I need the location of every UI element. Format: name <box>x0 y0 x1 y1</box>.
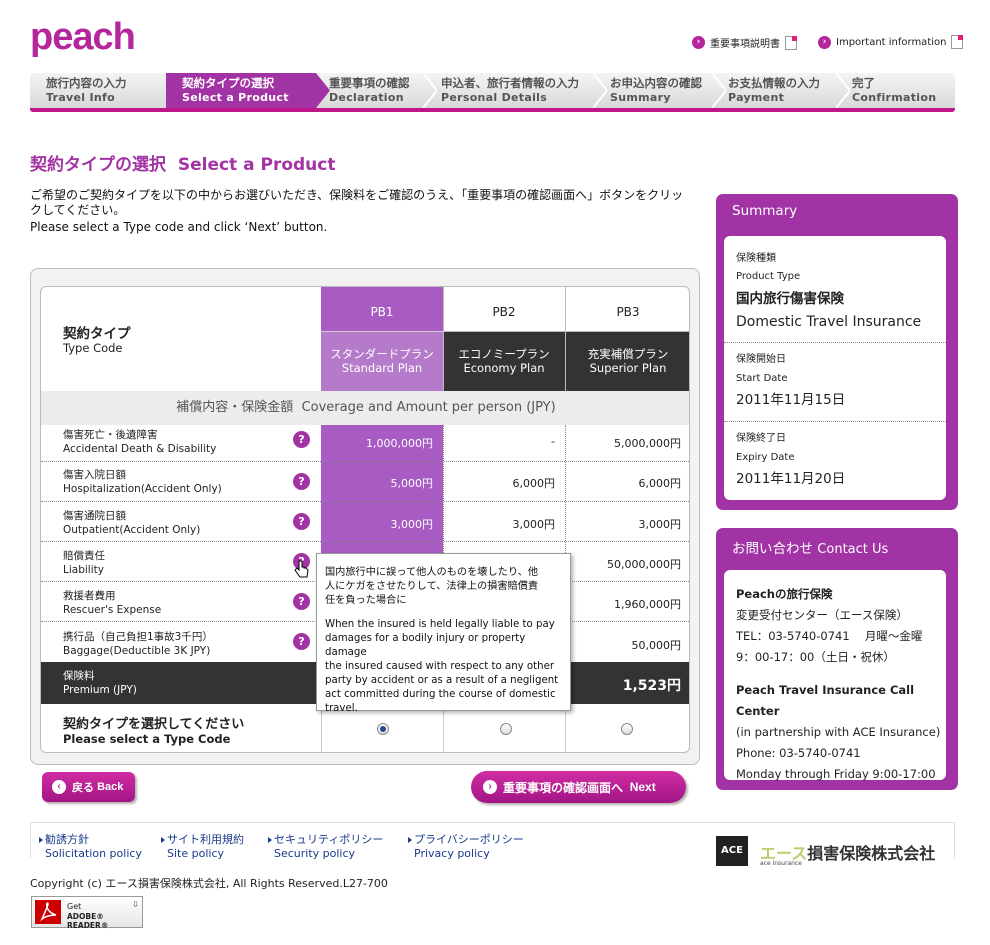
expiry-date-value: 2011年11月20日 <box>736 471 846 487</box>
summary-heading: Summary <box>732 203 798 219</box>
value-cell: 3,000円 <box>512 518 556 531</box>
row-label-baggage: 携行品（自己負担1事故3千円） Baggage(Deductible 3K JPY… <box>63 631 213 657</box>
help-icon[interactable]: ? <box>293 431 310 448</box>
step-chevron-active <box>316 73 330 108</box>
value-cell: 3,000円 <box>638 518 682 531</box>
value-cell: - <box>551 435 555 448</box>
expiry-date-label: 保険終了日 Expiry Date <box>736 433 795 463</box>
copyright-text: Copyright (c) エース損害保険株式会社, All Rights Re… <box>30 877 388 890</box>
intro-text-jp-1: ご希望のご契約タイプを以下の中からお選びいただき、保険料をご確認のうえ、「重要事… <box>30 188 684 202</box>
value-cell: 6,000円 <box>638 477 682 490</box>
contact-box: お問い合わせ Contact Us Peachの旅行保険 変更受付センター（エー… <box>716 528 958 790</box>
help-icon[interactable]: ? <box>293 593 310 610</box>
intro-text-jp-2: クしてください。 <box>30 203 126 217</box>
step-summary: お申込内容の確認 Summary <box>610 78 702 104</box>
row-label-rescuer: 救援者費用 Rescuer's Expense <box>63 590 162 616</box>
next-button[interactable]: › 重要事項の確認画面へ Next <box>471 771 686 803</box>
select-type-label-jp: 契約タイプを選択してください <box>63 717 245 732</box>
plan-code-pb1: PB1 <box>370 305 394 319</box>
value-cell: 6,000円 <box>512 477 556 490</box>
intro-text-en: Please select a Type code and click ‘Nex… <box>30 220 328 234</box>
step-payment: お支払情報の入力 Payment <box>728 78 820 104</box>
step-chevron <box>423 73 437 108</box>
value-cell: 50,000,000円 <box>607 558 681 571</box>
product-type-value: 国内旅行傷害保険 Domestic Travel Insurance <box>736 291 922 330</box>
start-date-value: 2011年11月15日 <box>736 392 846 408</box>
step-travel-info: 旅行内容の入力 Travel Info <box>46 78 127 104</box>
back-button[interactable]: ‹ 戻る Back <box>42 772 135 802</box>
plan-code-pb2: PB2 <box>492 305 516 319</box>
premium-label: 保険料 Premium (JPY) <box>63 670 137 696</box>
summary-box: Summary 保険種類 Product Type 国内旅行傷害保険 Domesti… <box>716 194 958 510</box>
help-icon[interactable]: ? <box>293 633 310 650</box>
arrow-circle-icon: › <box>818 35 831 49</box>
summary-content: 保険種類 Product Type 国内旅行傷害保険 Domestic Travel… <box>724 236 946 500</box>
value-cell: 3,000円 <box>390 518 434 531</box>
row-label-hospitalization: 傷害入院日額 Hospitalization(Accident Only) <box>63 469 222 495</box>
footer-link-security[interactable]: セキュリティポリシー Security policy <box>267 833 383 861</box>
page-title: 契約タイプの選択 Select a Product <box>30 155 336 175</box>
plan-code-pb3: PB3 <box>616 305 640 319</box>
value-cell: 5,000円 <box>390 477 434 490</box>
row-label-outpatient: 傷害通院日額 Outpatient(Accident Only) <box>63 510 201 536</box>
step-chevron <box>593 73 607 108</box>
liability-tooltip: 国内旅行中に誤って他人のものを壊したり、他 人にケガをさせたりして、法律上の損害… <box>316 553 571 714</box>
download-arrow-icon: ⇩ <box>132 900 139 909</box>
help-icon[interactable]: ? <box>293 513 310 530</box>
premium-value-pb3: 1,523円 <box>622 678 681 694</box>
footer-link-solicitation[interactable]: 勧誘方針 Solicitation policy <box>39 833 142 861</box>
ace-logo: ACE <box>716 836 748 866</box>
chevron-right-icon: › <box>483 780 497 794</box>
radio-pb1[interactable] <box>377 723 389 735</box>
contact-details: Peachの旅行保険 変更受付センター（エース保険） TEL：03-5740-0… <box>736 587 941 781</box>
important-matters-link[interactable]: › 重要事項説明書 <box>692 35 797 50</box>
row-label-accidental-death: 傷害死亡・後遺障害 Accidental Death & Disability <box>63 429 217 455</box>
row-label-liability: 賠償責任 Liability <box>63 550 105 576</box>
footer-link-site-policy[interactable]: サイト利用規約 Site policy <box>161 833 244 861</box>
contact-heading: お問い合わせ Contact Us <box>732 541 889 557</box>
important-information-link[interactable]: › Important information <box>818 35 964 49</box>
help-icon[interactable]: ? <box>293 473 310 490</box>
arrow-circle-icon: › <box>692 36 705 49</box>
product-type-label: 保険種類 Product Type <box>736 253 801 282</box>
value-cell: 1,000,000円 <box>366 437 433 450</box>
chevron-left-icon: ‹ <box>52 780 66 794</box>
value-cell: 1,960,000円 <box>614 598 681 611</box>
progress-steps: 旅行内容の入力 Travel Info 契約タイプの選択 Select a Prod… <box>30 73 955 112</box>
get-adobe-reader-button[interactable]: Get ADOBE® READER® ⇩ <box>31 896 143 930</box>
ace-company-name: エース損害保険株式会社 <box>760 844 936 863</box>
pdf-icon <box>951 35 964 49</box>
coverage-header: 補償内容・保険金額 Coverage and Amount per person… <box>41 391 689 425</box>
value-cell: 5,000,000円 <box>614 437 681 450</box>
plan-name-pb3: 充実補償プラン Superior Plan <box>587 347 669 375</box>
pdf-icon <box>785 35 797 50</box>
value-cell: 50,000円 <box>631 639 682 652</box>
adobe-pdf-icon <box>35 900 61 924</box>
start-date-label: 保険開始日 Start Date <box>736 354 788 384</box>
radio-pb3[interactable] <box>621 723 633 735</box>
hand-cursor-icon <box>294 560 309 578</box>
radio-pb2[interactable] <box>500 723 512 735</box>
type-code-label-en: Type Code <box>63 341 123 355</box>
step-confirmation: 完了 Confirmation <box>852 78 937 104</box>
select-type-label-en: Please select a Type Code <box>63 732 231 746</box>
step-chevron <box>712 73 726 108</box>
plan-name-pb1: スタンダードプラン Standard Plan <box>330 347 434 375</box>
plan-name-pb2: エコノミープラン Economy Plan <box>458 347 550 375</box>
step-personal-details: 申込者、旅行者情報の入力 Personal Details <box>441 78 579 104</box>
peach-logo[interactable]: peach <box>30 16 136 59</box>
type-code-label-jp: 契約タイプ <box>63 326 131 342</box>
step-select-product: 契約タイプの選択 Select a Product <box>166 73 316 108</box>
footer-link-privacy[interactable]: プライバシーポリシー Privacy policy <box>408 833 524 861</box>
step-chevron <box>836 73 850 108</box>
contact-content: Peachの旅行保険 変更受付センター（エース保険） TEL：03-5740-0… <box>724 570 946 781</box>
